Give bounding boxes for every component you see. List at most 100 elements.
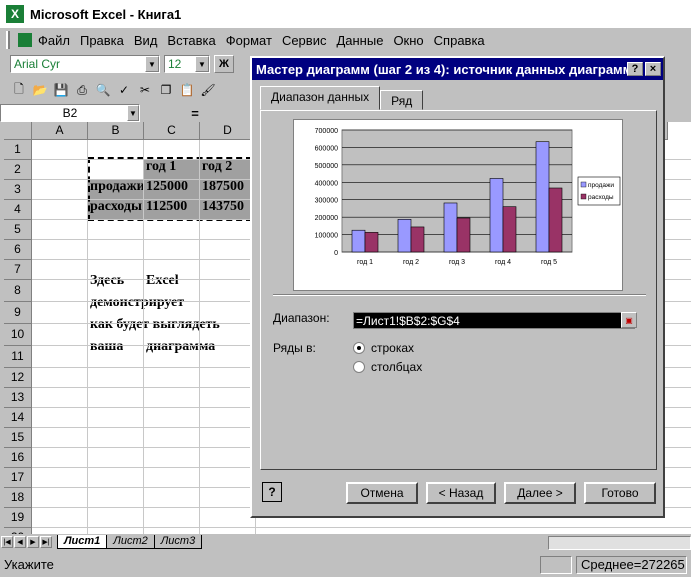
radio-rows[interactable] <box>353 342 365 354</box>
cell-b8[interactable]: Здесь <box>88 273 124 289</box>
print-icon[interactable]: ⎙ <box>73 81 91 99</box>
chart-svg: 0 100000 200000 300000 400000 500000 600000 700… <box>315 128 621 266</box>
column-header-b[interactable]: B <box>88 122 144 140</box>
open-folder-icon[interactable]: 📂 <box>31 81 49 99</box>
row-header-3[interactable]: 3 <box>4 180 32 200</box>
radio-columns[interactable] <box>353 361 365 373</box>
paste-icon[interactable]: 📋 <box>178 81 196 99</box>
menu-tools[interactable]: Сервис <box>282 33 327 48</box>
menu-file[interactable]: Файл <box>38 33 70 48</box>
cell-c4[interactable]: 112500 <box>144 199 200 219</box>
tab-series[interactable]: Ряд <box>380 90 424 110</box>
prev-sheet-icon[interactable]: ◀ <box>14 536 26 548</box>
menu-insert[interactable]: Вставка <box>167 33 215 48</box>
formatting-toolbar: Arial Cyr ▼ 12 ▼ Ж <box>0 52 252 76</box>
cell-b11[interactable]: ваша <box>88 339 123 355</box>
cell-b4[interactable]: расходы <box>88 199 144 219</box>
radio-columns-label[interactable]: столбцах <box>371 360 422 374</box>
menu-view[interactable]: Вид <box>134 33 158 48</box>
cell-d4[interactable]: 143750 <box>200 199 250 219</box>
copy-icon[interactable]: ❐ <box>157 81 175 99</box>
row-header-16[interactable]: 16 <box>4 448 32 468</box>
next-button[interactable]: Далее > <box>504 482 576 504</box>
close-icon[interactable]: × <box>645 62 661 76</box>
cell-d3[interactable]: 187500 <box>200 179 250 199</box>
equals-sign[interactable]: = <box>140 106 250 121</box>
name-box[interactable]: B2 ▼ <box>0 104 140 122</box>
save-icon[interactable]: 💾 <box>52 81 70 99</box>
menu-format[interactable]: Формат <box>226 33 272 48</box>
dialog-title-bar[interactable]: Мастер диаграмм (шаг 2 из 4): источник д… <box>252 58 663 80</box>
row-header-7[interactable]: 7 <box>4 260 32 280</box>
row-header-9[interactable]: 9 <box>4 302 32 324</box>
sheet-tab-2[interactable]: Лист2 <box>106 535 155 549</box>
row-header-15[interactable]: 15 <box>4 428 32 448</box>
row-header-10[interactable]: 10 <box>4 324 32 346</box>
range-input[interactable]: =Лист1!$B$2:$G$4 <box>353 312 635 329</box>
first-sheet-icon[interactable]: |◀ <box>1 536 13 548</box>
chevron-down-icon[interactable]: ▼ <box>195 56 209 72</box>
menu-window[interactable]: Окно <box>393 33 423 48</box>
row-header-2[interactable]: 2 <box>4 160 32 180</box>
row-header-14[interactable]: 14 <box>4 408 32 428</box>
status-text: Укажите <box>4 557 54 572</box>
row-header-1[interactable]: 1 <box>4 140 32 160</box>
cell-b9[interactable]: демонстрирует <box>88 295 184 311</box>
font-size-select[interactable]: 12 ▼ <box>164 55 210 73</box>
back-button[interactable]: < Назад <box>426 482 496 504</box>
workbook-icon[interactable] <box>18 33 32 47</box>
menu-help[interactable]: Справка <box>434 33 485 48</box>
help-icon[interactable]: ? <box>627 62 643 76</box>
print-preview-icon[interactable]: 🔍 <box>94 81 112 99</box>
row-header-13[interactable]: 13 <box>4 388 32 408</box>
tab-data-range[interactable]: Диапазон данных <box>260 86 381 110</box>
row-header-12[interactable]: 12 <box>4 368 32 388</box>
row-header-18[interactable]: 18 <box>4 488 32 508</box>
gridline <box>87 140 88 534</box>
row-header-8[interactable]: 8 <box>4 280 32 302</box>
bar-expenses <box>410 226 425 253</box>
toolbar-grip <box>6 31 10 49</box>
select-all-corner[interactable] <box>4 122 32 140</box>
menu-edit[interactable]: Правка <box>80 33 124 48</box>
cancel-button[interactable]: Отмена <box>346 482 418 504</box>
row-header-17[interactable]: 17 <box>4 468 32 488</box>
format-painter-icon[interactable]: 🖌 <box>199 81 217 99</box>
row-header-11[interactable]: 11 <box>4 346 32 368</box>
cell-d2[interactable]: год 2 <box>200 159 250 179</box>
horizontal-scrollbar[interactable] <box>548 536 691 550</box>
legend-label: продажи <box>588 182 614 189</box>
dialog-tabs: Диапазон данных Ряд <box>260 86 424 110</box>
finish-button[interactable]: Готово <box>584 482 656 504</box>
bold-button[interactable]: Ж <box>214 55 234 73</box>
row-header-6[interactable]: 6 <box>4 240 32 260</box>
menu-data[interactable]: Данные <box>336 33 383 48</box>
collapse-dialog-icon[interactable]: ▣ <box>621 312 637 328</box>
row-header-5[interactable]: 5 <box>4 220 32 240</box>
cell-b3[interactable]: продажи <box>88 179 144 199</box>
next-sheet-icon[interactable]: ▶ <box>27 536 39 548</box>
chevron-down-icon[interactable]: ▼ <box>127 105 139 121</box>
sheet-tab-1[interactable]: Лист1 <box>57 535 108 549</box>
cell-c11[interactable]: диаграмма <box>144 339 215 355</box>
title-bar: X Microsoft Excel - Книга1 <box>0 0 691 28</box>
column-header-c[interactable]: C <box>144 122 200 140</box>
font-name-select[interactable]: Arial Cyr ▼ <box>10 55 160 73</box>
chevron-down-icon[interactable]: ▼ <box>145 56 159 72</box>
row-header-19[interactable]: 19 <box>4 508 32 528</box>
cell-c3[interactable]: 125000 <box>144 179 200 199</box>
column-header-a[interactable]: A <box>32 122 88 140</box>
cell-b10[interactable]: как будет выглядеть <box>88 317 220 333</box>
wizard-help-button[interactable]: ? <box>262 482 282 502</box>
cell-c2[interactable]: год 1 <box>144 159 200 179</box>
column-header-d[interactable]: D <box>200 122 256 140</box>
cut-icon[interactable]: ✂ <box>136 81 154 99</box>
last-sheet-icon[interactable]: ▶| <box>40 536 52 548</box>
row-header-4[interactable]: 4 <box>4 200 32 220</box>
sheet-tab-3[interactable]: Лист3 <box>153 535 203 549</box>
legend-swatch <box>580 193 587 200</box>
cell-c8[interactable]: Excel <box>144 273 179 289</box>
spelling-icon[interactable]: ✓ <box>115 81 133 99</box>
radio-rows-label[interactable]: строках <box>371 341 414 355</box>
new-document-icon[interactable]: 🗋 <box>10 81 28 99</box>
